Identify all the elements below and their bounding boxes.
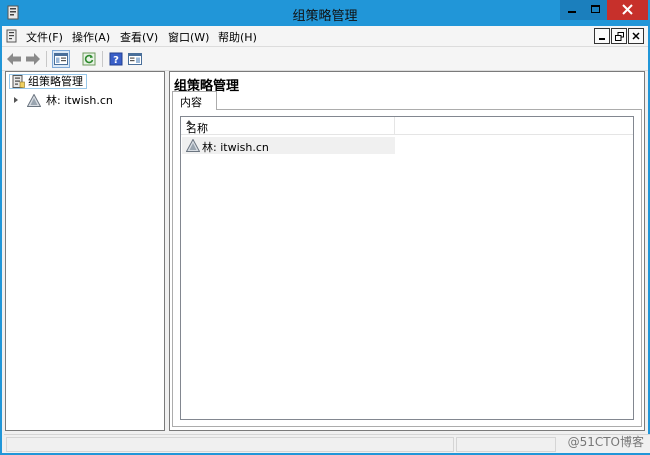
show-action-pane-button[interactable]	[126, 50, 144, 68]
toolbar: ?	[2, 46, 648, 71]
tree-item-label: 林: itwish.cn	[46, 94, 113, 107]
svg-text:?: ?	[113, 55, 119, 66]
mdi-restore-button[interactable]	[611, 28, 627, 44]
results-pane: 组策略管理 内容 名称 林: itwish.cn	[169, 71, 645, 431]
tab-panel: 名称 林: itwish.cn	[172, 109, 642, 427]
contents-list: 名称 林: itwish.cn	[180, 116, 634, 420]
console-menu-icon[interactable]	[6, 29, 18, 43]
console-tree-pane: 组策略管理 林: itwish.cn	[5, 71, 165, 431]
column-header-empty[interactable]	[395, 117, 633, 135]
show-console-tree-button[interactable]	[52, 50, 70, 68]
sort-ascending-icon	[186, 120, 192, 124]
minimize-icon	[568, 11, 576, 13]
list-header: 名称	[181, 117, 633, 135]
toolbar-separator	[102, 51, 103, 67]
client-area: 文件(F) 操作(A) 查看(V) 窗口(W) 帮助(H) ? 组策略管理 林:…	[2, 26, 650, 453]
status-bar	[4, 434, 650, 453]
mdi-minimize-button[interactable]	[594, 28, 610, 44]
watermark: @51CTO博客	[567, 435, 644, 449]
list-item[interactable]: 林: itwish.cn	[182, 137, 395, 154]
minimize-icon	[599, 38, 605, 40]
help-icon: ?	[109, 52, 123, 66]
menu-bar: 文件(F) 操作(A) 查看(V) 窗口(W) 帮助(H)	[2, 26, 648, 46]
mdi-window-controls	[594, 28, 644, 44]
window-title: 组策略管理	[292, 9, 358, 24]
menu-window[interactable]: 窗口(W)	[168, 29, 209, 45]
column-header-name[interactable]: 名称	[181, 117, 395, 135]
forest-icon	[27, 94, 41, 107]
back-arrow-icon	[7, 53, 21, 65]
tree-item-gpmc-root[interactable]: 组策略管理	[9, 74, 87, 89]
close-icon	[632, 32, 640, 40]
app-window: 组策略管理 文件(F) 操作(A) 查看(V) 窗口(W) 帮助(H) ? 组策…	[0, 0, 650, 455]
menu-action[interactable]: 操作(A)	[72, 29, 110, 45]
forward-arrow-icon	[26, 53, 40, 65]
back-button[interactable]	[5, 50, 23, 68]
close-button[interactable]	[607, 0, 648, 20]
menu-file[interactable]: 文件(F)	[26, 29, 63, 45]
action-pane-icon	[128, 53, 142, 65]
title-bar[interactable]: 组策略管理	[0, 0, 650, 26]
refresh-icon	[82, 52, 96, 66]
list-item-label: 林: itwish.cn	[202, 141, 269, 154]
expand-arrow-icon[interactable]	[14, 97, 18, 103]
mdi-close-button[interactable]	[628, 28, 644, 44]
tab-contents[interactable]: 内容	[172, 91, 217, 110]
refresh-button[interactable]	[80, 50, 98, 68]
maximize-button[interactable]	[584, 0, 607, 20]
help-button[interactable]: ?	[107, 50, 125, 68]
menu-view[interactable]: 查看(V)	[120, 29, 158, 45]
tab-label: 内容	[180, 96, 202, 109]
toolbar-separator	[46, 51, 47, 67]
gpmc-node-icon	[12, 75, 25, 88]
console-tree-icon	[54, 53, 68, 65]
forward-button[interactable]	[24, 50, 42, 68]
forest-icon	[186, 139, 200, 152]
menu-help[interactable]: 帮助(H)	[218, 29, 257, 45]
close-icon	[622, 4, 633, 15]
minimize-button[interactable]	[560, 0, 584, 20]
status-segment-secondary	[456, 437, 556, 452]
restore-icon	[614, 31, 624, 41]
status-segment-main	[6, 437, 454, 452]
maximize-icon	[591, 5, 600, 13]
tree-item-label: 组策略管理	[28, 75, 83, 88]
